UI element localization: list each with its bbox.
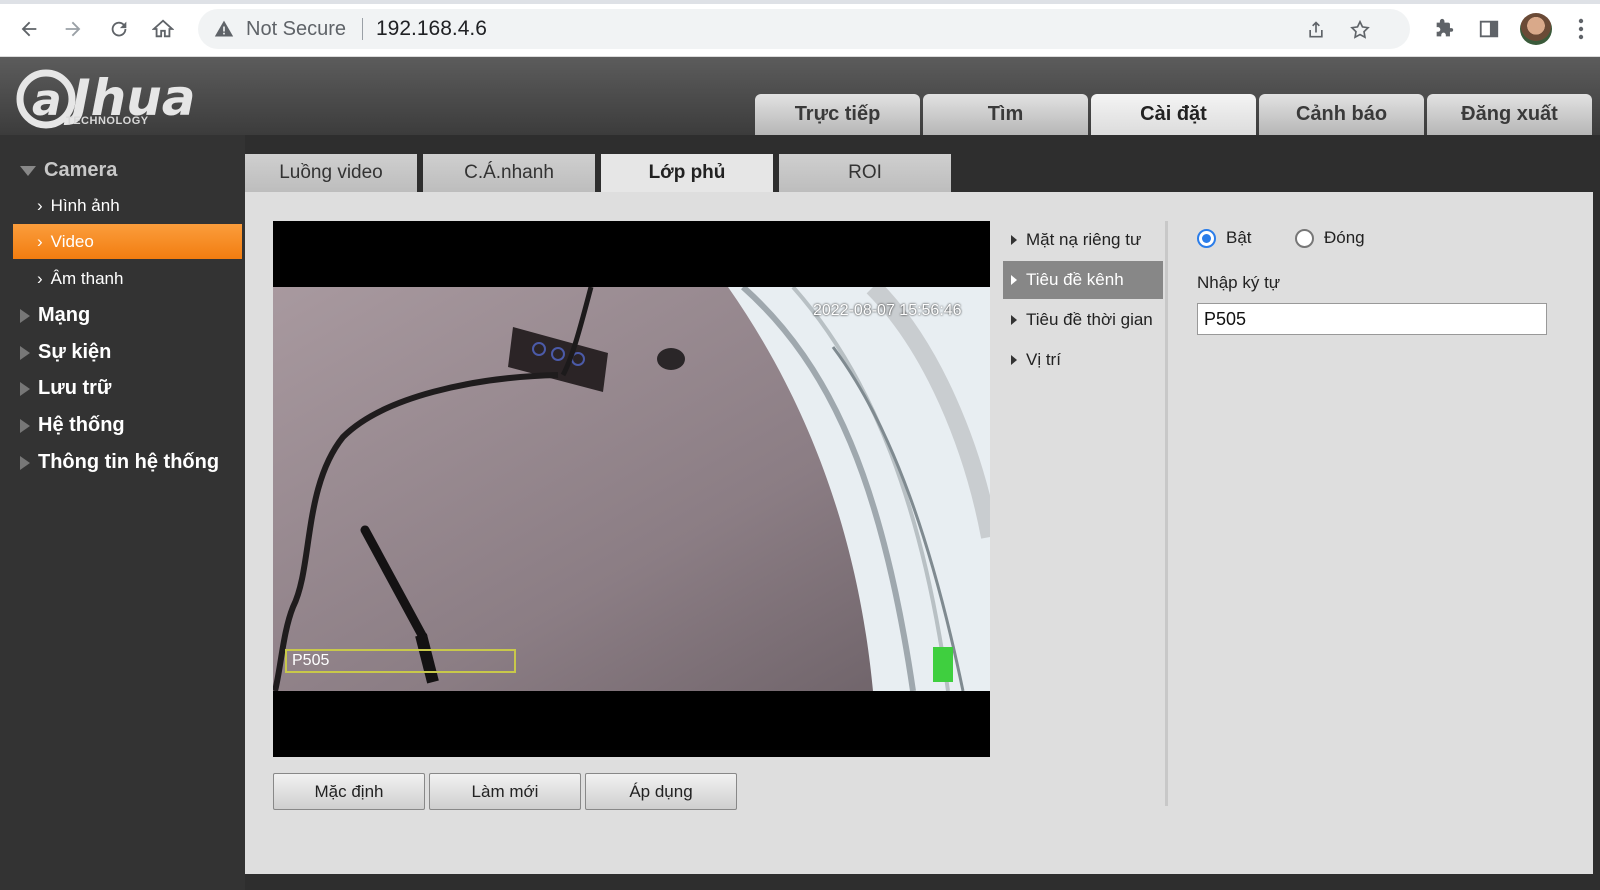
share-icon[interactable] (1304, 18, 1328, 42)
logo-subtitle: TECHNOLOGY (66, 115, 149, 127)
menu-item-label: Vị trí (1026, 350, 1061, 369)
sidebar-section-storage[interactable]: Lưu trữ (20, 377, 111, 400)
sidebar-section-event[interactable]: Sự kiện (20, 341, 111, 364)
tab-strip-edge (0, 0, 1600, 4)
triangle-right-icon (1011, 275, 1017, 285)
more-menu-icon[interactable] (1566, 14, 1596, 44)
tab-video-stream[interactable]: Luồng video (245, 154, 417, 192)
triangle-right-icon (1011, 355, 1017, 365)
radio-on-label: Bật (1226, 228, 1252, 247)
radio-off[interactable]: Đóng (1295, 228, 1365, 248)
sidebar-section-system-info[interactable]: Thông tin hệ thống (20, 451, 219, 474)
bookmark-star-icon[interactable] (1348, 18, 1372, 42)
profile-avatar[interactable] (1520, 13, 1552, 45)
sidebar-item-video[interactable]: › Video (13, 224, 242, 259)
input-text-label: Nhập ký tự (1197, 273, 1281, 292)
menu-channel-title[interactable]: Tiêu đề kênh (1003, 261, 1163, 299)
home-icon (152, 19, 174, 38)
chevron-right-icon: › (37, 268, 43, 288)
arrow-right-icon (65, 21, 81, 37)
triangle-right-icon (20, 455, 30, 470)
url-text[interactable]: 192.168.4.6 (376, 17, 487, 41)
channel-title-overlay[interactable]: P505 (285, 649, 516, 673)
extensions-icon[interactable] (1429, 14, 1459, 44)
sidebar: Camera › Hình ảnh › Video › Âm thanh Mạn… (0, 135, 245, 890)
menu-time-title[interactable]: Tiêu đề thời gian (1003, 301, 1163, 339)
triangle-right-icon (20, 418, 30, 433)
reload-button[interactable] (104, 14, 134, 44)
sidebar-item-label: Âm thanh (50, 268, 124, 288)
browser-toolbar: Not Secure 192.168.4.6 (0, 0, 1600, 57)
refresh-button[interactable]: Làm mới (429, 773, 581, 810)
sub-tabs: Luồng video C.Á.nhanh Lớp phủ ROI (245, 154, 951, 192)
back-button[interactable] (14, 14, 44, 44)
sidebar-section-label: Thông tin hệ thống (38, 451, 220, 473)
channel-title-input[interactable] (1197, 303, 1547, 335)
app-header: a Jhua TECHNOLOGY Trực tiếp Tìm Cài đặt … (0, 57, 1600, 135)
address-bar[interactable]: Not Secure 192.168.4.6 (198, 9, 1410, 49)
tab-logout[interactable]: Đăng xuất (1427, 94, 1592, 135)
menu-item-label: Tiêu đề thời gian (1026, 310, 1153, 329)
default-button[interactable]: Mặc định (273, 773, 425, 810)
overlay-type-menu: Mặt nạ riêng tư Tiêu đề kênh Tiêu đề thờ… (1003, 221, 1163, 381)
security-label: Not Secure (246, 18, 347, 40)
arrow-left-icon (21, 21, 37, 37)
tab-overlay[interactable]: Lớp phủ (601, 154, 773, 192)
chevron-right-icon: › (37, 231, 43, 251)
sidebar-section-camera[interactable]: Camera (20, 159, 117, 182)
triangle-right-icon (1011, 235, 1017, 245)
radio-off-indicator[interactable] (1295, 228, 1314, 248)
tab-roi[interactable]: ROI (779, 154, 951, 192)
panel-divider (1165, 221, 1168, 806)
triangle-right-icon (20, 345, 30, 360)
main-tabs: Trực tiếp Tìm Cài đặt Cảnh báo Đăng xuất (755, 94, 1592, 135)
overlay-panel: 2022-08-07 15:56:46 P505 Mặc định Làm mớ… (245, 192, 1593, 874)
video-preview: 2022-08-07 15:56:46 P505 (273, 221, 990, 757)
svg-text:a: a (32, 75, 62, 126)
tab-snapshot[interactable]: C.Á.nhanh (423, 154, 595, 192)
warning-icon (214, 20, 234, 37)
triangle-right-icon (1011, 315, 1017, 325)
camera-scene-icon (273, 287, 990, 691)
radio-off-label: Đóng (1324, 228, 1365, 247)
tab-alarm[interactable]: Cảnh báo (1259, 94, 1424, 135)
menu-privacy-mask[interactable]: Mặt nạ riêng tư (1003, 221, 1163, 259)
tab-live[interactable]: Trực tiếp (755, 94, 920, 135)
sidebar-item-audio[interactable]: › Âm thanh (13, 261, 242, 296)
dahua-logo[interactable]: a Jhua TECHNOLOGY (12, 65, 217, 133)
sidebar-section-label: Mạng (38, 304, 91, 326)
apply-button[interactable]: Áp dụng (585, 773, 737, 810)
timestamp-overlay[interactable]: 2022-08-07 15:56:46 (813, 302, 962, 320)
triangle-right-icon (20, 308, 30, 323)
triangle-down-icon (20, 165, 36, 176)
menu-item-label: Tiêu đề kênh (1026, 270, 1124, 289)
sidebar-section-system[interactable]: Hệ thống (20, 414, 125, 437)
sidebar-item-label: Hình ảnh (50, 195, 120, 215)
content-area: Luồng video C.Á.nhanh Lớp phủ ROI 2022-0… (245, 135, 1600, 890)
home-button[interactable] (148, 14, 178, 44)
tab-search[interactable]: Tìm (923, 94, 1088, 135)
omnibox-separator (362, 18, 363, 40)
sidebar-item-label: Video (50, 231, 94, 251)
camera-image (273, 287, 990, 691)
sidebar-item-image[interactable]: › Hình ảnh (13, 188, 242, 223)
tab-settings[interactable]: Cài đặt (1091, 94, 1256, 135)
sidebar-section-label: Hệ thống (38, 414, 125, 436)
radio-on[interactable]: Bật (1197, 228, 1252, 248)
chevron-right-icon: › (37, 195, 43, 215)
menu-item-label: Mặt nạ riêng tư (1026, 230, 1142, 249)
radio-on-indicator[interactable] (1197, 228, 1216, 248)
sidebar-section-label: Sự kiện (38, 341, 112, 363)
menu-location[interactable]: Vị trí (1003, 341, 1163, 379)
sidebar-section-network[interactable]: Mạng (20, 304, 90, 327)
sidebar-section-label: Camera (44, 159, 118, 181)
triangle-right-icon (20, 381, 30, 396)
forward-button[interactable] (58, 14, 88, 44)
side-panel-icon[interactable] (1474, 14, 1504, 44)
reload-icon (111, 21, 127, 37)
sidebar-section-label: Lưu trữ (38, 377, 112, 399)
